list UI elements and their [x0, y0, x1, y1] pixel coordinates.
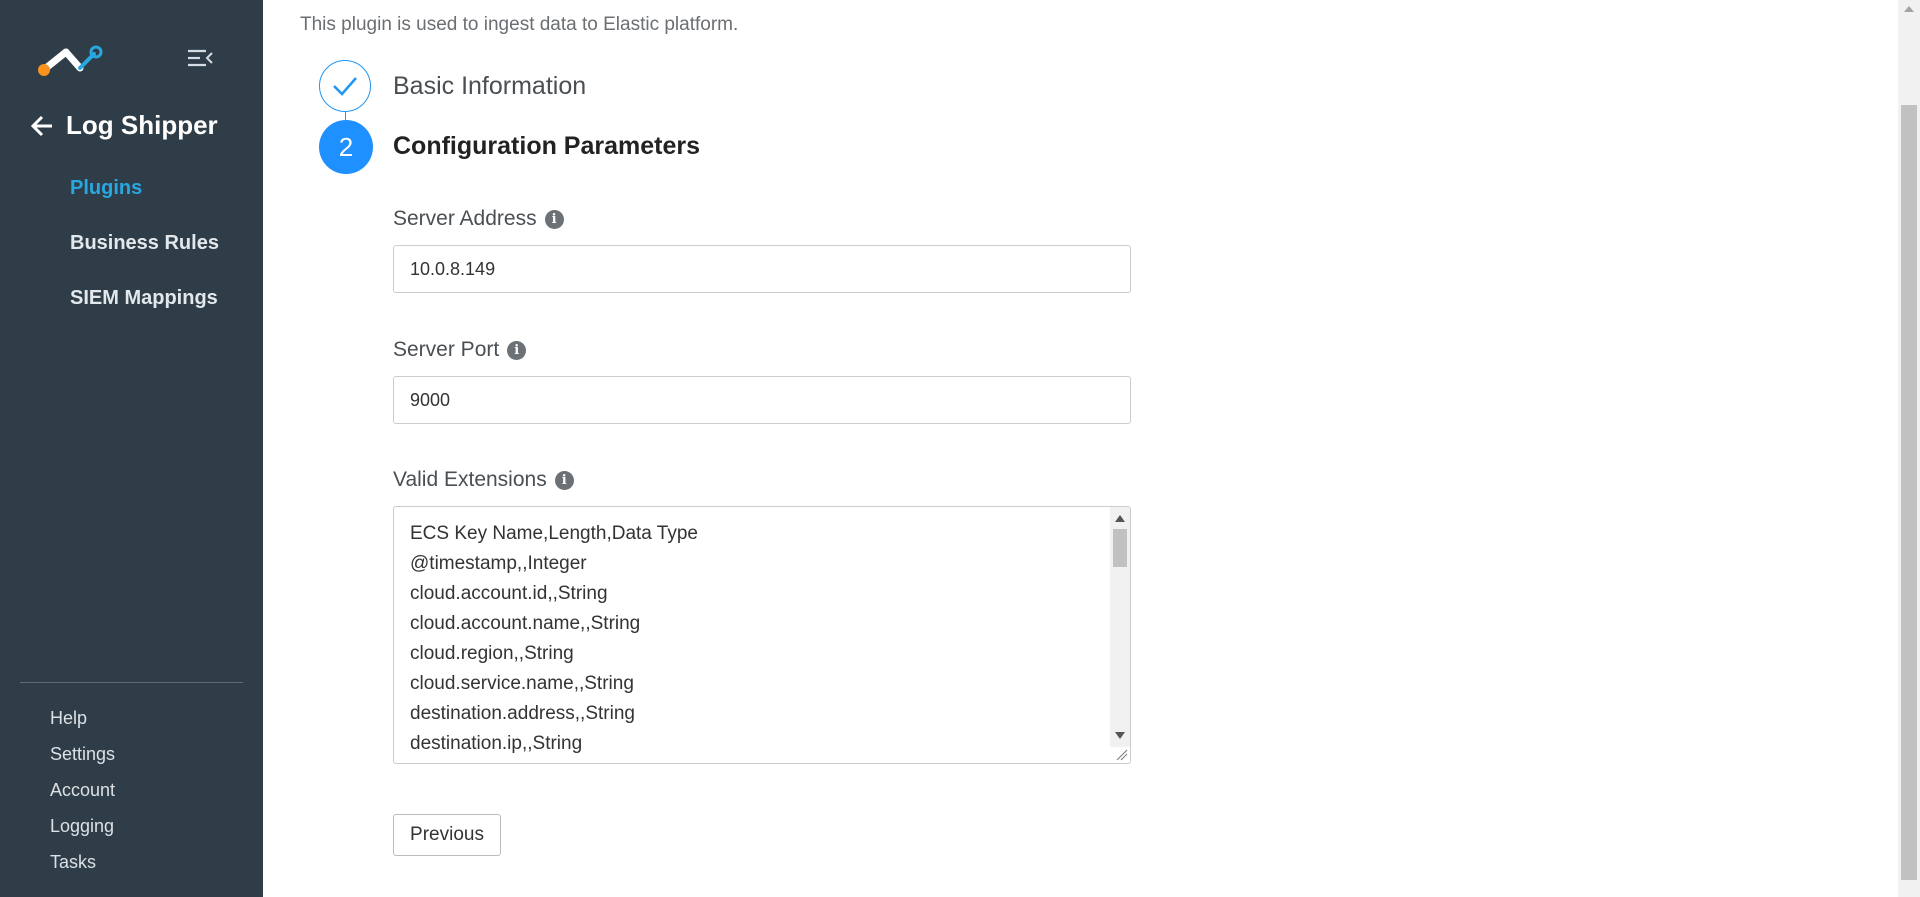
step-1-label: Basic Information [393, 72, 587, 100]
page-scrollbar[interactable] [1898, 0, 1920, 897]
valid-extensions-label-text: Valid Extensions [393, 468, 547, 491]
app-logo[interactable] [36, 40, 106, 80]
info-icon[interactable]: i [554, 470, 574, 490]
server-address-label-text: Server Address [393, 207, 537, 230]
info-icon[interactable]: i [544, 209, 564, 229]
textarea-line: cloud.region,,String [410, 643, 574, 664]
textarea-line: cloud.account.name,,String [410, 613, 641, 634]
textarea-line: destination.address,,String [410, 703, 635, 724]
back-link[interactable]: Log Shipper [30, 110, 218, 141]
valid-extensions-textarea[interactable]: ECS Key Name,Length,Data Type @timestamp… [393, 506, 1131, 764]
sidebar-divider [20, 682, 243, 683]
valid-extensions-label: Valid Extensions i [393, 468, 574, 492]
plugin-description: This plugin is used to ingest data to El… [300, 14, 739, 35]
sidebar-item-plugins[interactable]: Plugins [70, 172, 219, 227]
textarea-line: ECS Key Name,Length,Data Type [410, 523, 698, 544]
textarea-line: cloud.account.id,,String [410, 583, 608, 604]
step-2-label: Configuration Parameters [393, 132, 701, 160]
scroll-down-icon[interactable] [1115, 732, 1125, 739]
step-2-indicator: 2 [319, 120, 373, 174]
scroll-up-icon[interactable] [1904, 6, 1914, 12]
textarea-scrollbar[interactable] [1110, 507, 1130, 747]
textarea-line: cloud.service.name,,String [410, 673, 634, 694]
server-port-label-text: Server Port [393, 338, 500, 361]
server-address-input[interactable]: 10.0.8.149 [393, 245, 1131, 293]
server-port-label: Server Port i [393, 338, 527, 362]
server-address-label: Server Address i [393, 207, 564, 231]
main-content: This plugin is used to ingest data to El… [263, 0, 1898, 897]
sidebar-nav: Plugins Business Rules SIEM Mappings [70, 172, 219, 337]
textarea-line: destination.ip,,String [410, 733, 583, 754]
back-title: Log Shipper [66, 110, 218, 140]
server-port-input[interactable]: 9000 [393, 376, 1131, 424]
footer-link-logging[interactable]: Logging [50, 811, 115, 847]
sidebar-item-siem-mappings[interactable]: SIEM Mappings [70, 282, 219, 337]
textarea-line: @timestamp,,Integer [410, 553, 587, 574]
step-connector [345, 112, 346, 120]
step-1-indicator [319, 60, 371, 112]
checkmark-icon [333, 77, 357, 96]
footer-link-help[interactable]: Help [50, 703, 115, 739]
scrollbar-thumb[interactable] [1901, 105, 1917, 880]
footer-link-tasks[interactable]: Tasks [50, 847, 115, 883]
collapse-menu-icon[interactable] [186, 46, 214, 70]
footer-link-account[interactable]: Account [50, 775, 115, 811]
sidebar-item-business-rules[interactable]: Business Rules [70, 227, 219, 282]
scroll-up-icon[interactable] [1115, 515, 1125, 522]
previous-button[interactable]: Previous [393, 814, 501, 856]
info-icon[interactable]: i [507, 340, 527, 360]
back-arrow-icon [30, 115, 52, 136]
footer-link-settings[interactable]: Settings [50, 739, 115, 775]
sidebar: Log Shipper Plugins Business Rules SIEM … [0, 0, 263, 897]
scrollbar-thumb[interactable] [1113, 529, 1127, 567]
sidebar-footer: Help Settings Account Logging Tasks [50, 703, 115, 883]
textarea-content: ECS Key Name,Length,Data Type @timestamp… [410, 519, 698, 759]
resize-grip-icon[interactable] [1114, 747, 1128, 761]
